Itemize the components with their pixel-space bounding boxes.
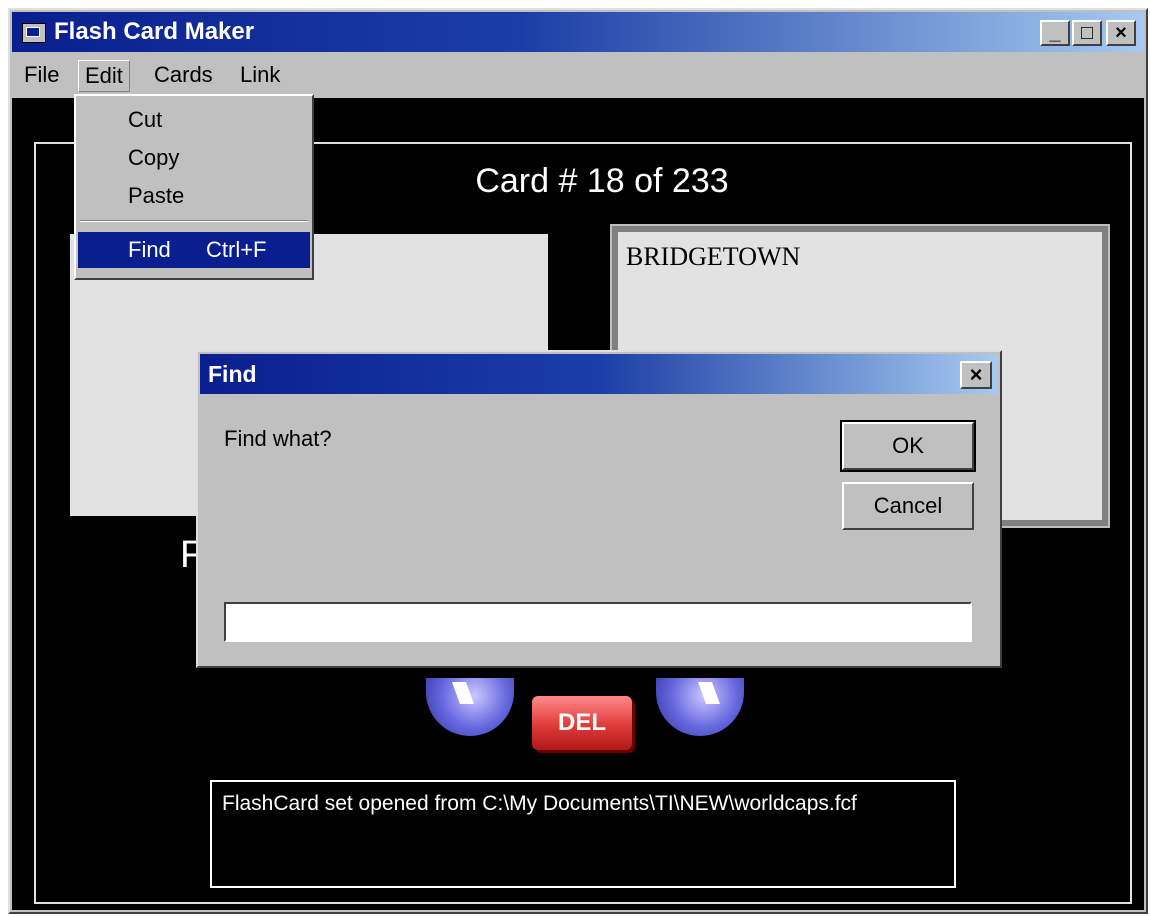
window-titlebar[interactable]: Flash Card Maker _ □ × xyxy=(12,12,1144,52)
menu-item-label: Cut xyxy=(128,107,163,132)
menu-item-label: Copy xyxy=(128,145,180,170)
menu-item-find[interactable]: Find Ctrl+F xyxy=(78,232,310,268)
menu-item-label: Find xyxy=(128,237,171,262)
find-dialog-title: Find xyxy=(208,361,257,387)
menu-file[interactable]: File xyxy=(18,60,65,90)
maximize-button[interactable]: □ xyxy=(1072,20,1102,46)
status-box: FlashCard set opened from C:\My Document… xyxy=(210,780,956,888)
menu-separator xyxy=(80,220,308,222)
delete-card-button[interactable]: DEL xyxy=(532,696,632,750)
edit-menu-dropdown: Cut Copy Paste Find Ctrl+F xyxy=(74,94,314,280)
status-text: FlashCard set opened from C:\My Document… xyxy=(222,792,857,815)
menu-cards[interactable]: Cards xyxy=(148,60,219,90)
app-icon[interactable] xyxy=(22,23,46,43)
menu-bar: File Edit Cards Link xyxy=(12,54,1144,96)
window-title: Flash Card Maker xyxy=(54,18,255,45)
close-button[interactable]: × xyxy=(1106,20,1136,46)
dialog-close-button[interactable]: × xyxy=(960,361,992,389)
ok-button[interactable]: OK xyxy=(840,420,976,472)
cancel-button[interactable]: Cancel xyxy=(842,482,974,530)
find-dialog-titlebar[interactable]: Find × xyxy=(200,354,998,394)
find-dialog: Find × Find what? OK Cancel xyxy=(196,350,1002,668)
menu-item-shortcut: Ctrl+F xyxy=(206,237,267,262)
minimize-button[interactable]: _ xyxy=(1040,20,1070,46)
card-counter: Card # 18 of 233 xyxy=(475,162,729,200)
menu-item-cut[interactable]: Cut xyxy=(78,102,310,138)
menu-edit[interactable]: Edit xyxy=(78,60,130,92)
arrow-shine-icon xyxy=(451,682,475,704)
back-card-text: BRIDGETOWN xyxy=(626,242,801,271)
find-prompt: Find what? xyxy=(224,426,332,451)
arrow-shine-icon xyxy=(697,682,721,704)
menu-link[interactable]: Link xyxy=(234,60,286,90)
menu-item-paste[interactable]: Paste xyxy=(78,178,310,214)
menu-item-copy[interactable]: Copy xyxy=(78,140,310,176)
menu-item-label: Paste xyxy=(128,183,185,208)
find-input[interactable] xyxy=(224,602,972,642)
